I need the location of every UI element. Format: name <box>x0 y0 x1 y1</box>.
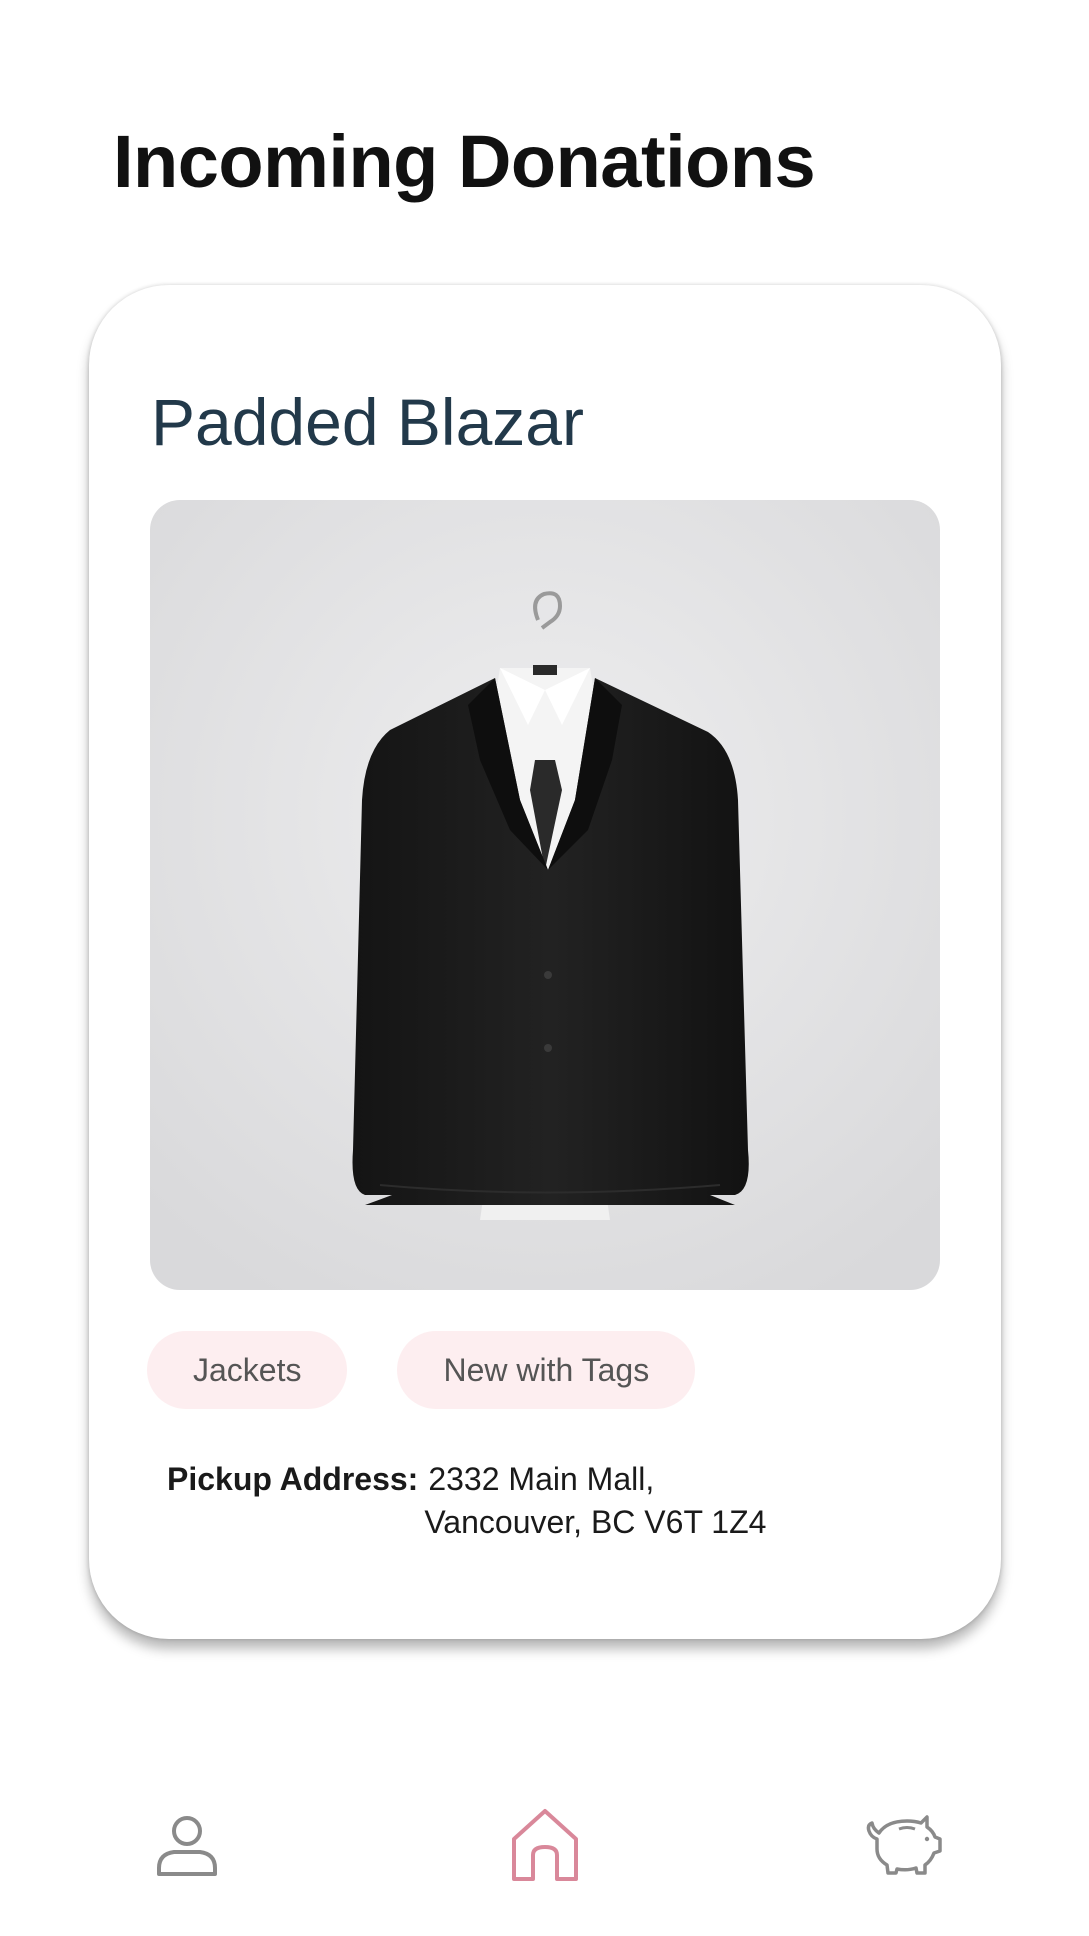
pickup-address-value: 2332 Main Mall, Vancouver, BC V6T 1Z4 <box>424 1458 766 1544</box>
nav-profile-button[interactable] <box>132 1790 242 1900</box>
piggy-bank-icon <box>866 1815 942 1875</box>
tag-category[interactable]: Jackets <box>147 1331 348 1409</box>
page-title: Incoming Donations <box>113 120 816 203</box>
donation-title: Padded Blazar <box>151 385 584 459</box>
pickup-address-label: Pickup Address: <box>167 1461 419 1497</box>
person-icon <box>157 1816 217 1876</box>
donation-photo <box>150 500 940 1290</box>
pickup-address: Pickup Address: 2332 Main Mall, Vancouve… <box>167 1458 766 1544</box>
home-icon <box>512 1809 578 1881</box>
nav-savings-button[interactable] <box>848 1790 958 1900</box>
tag-list: Jackets New with Tags <box>147 1331 696 1409</box>
donation-card[interactable]: Padded Blazar Jackets New with Tags Pick… <box>89 285 1001 1639</box>
bottom-nav <box>0 1790 1089 1900</box>
blazer-image <box>150 500 940 1290</box>
pickup-address-line1: 2332 Main Mall, <box>428 1461 655 1497</box>
nav-home-button[interactable] <box>490 1790 600 1900</box>
tag-condition[interactable]: New with Tags <box>397 1331 696 1409</box>
pickup-address-line2: Vancouver, BC V6T 1Z4 <box>424 1504 767 1540</box>
